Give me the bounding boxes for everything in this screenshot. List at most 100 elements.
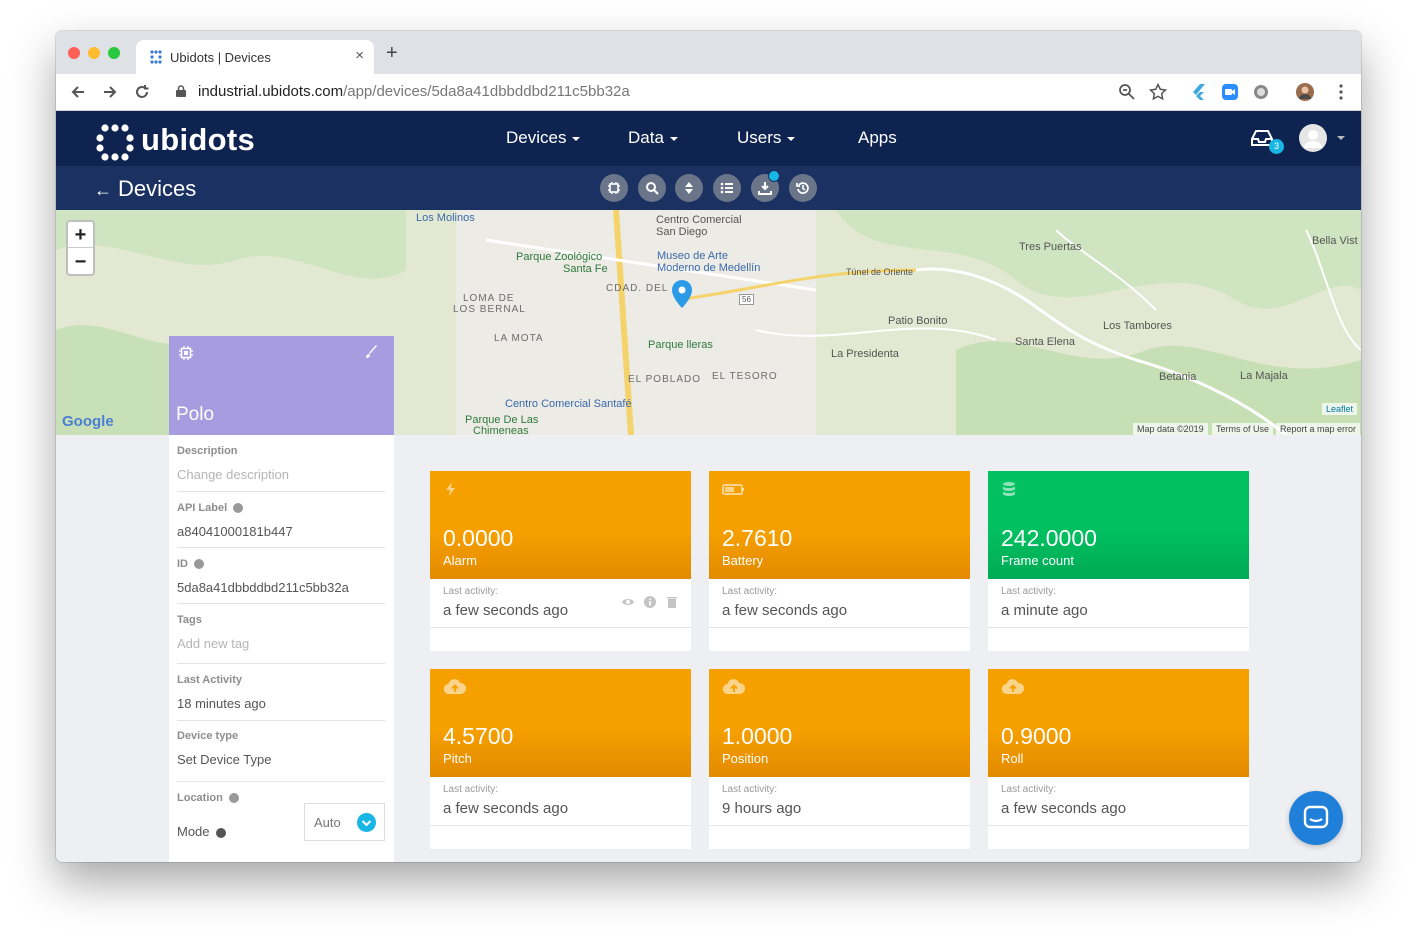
bookmark-star-icon[interactable] <box>1149 83 1167 101</box>
variable-card-header: 0.9000 Roll <box>988 669 1249 777</box>
more-menu-icon[interactable] <box>1332 83 1350 101</box>
card-divider <box>709 627 970 628</box>
chevron-down-icon <box>357 813 376 832</box>
list-view-button[interactable] <box>713 174 741 202</box>
nav-data-label: Data <box>628 128 664 147</box>
map-label: Patio Bonito <box>888 315 948 327</box>
description-input[interactable]: Change description <box>177 467 385 482</box>
device-chip-button[interactable] <box>600 174 628 202</box>
zoom-out-button[interactable]: − <box>68 249 93 275</box>
info-icon[interactable] <box>215 827 226 838</box>
user-menu-caret-icon[interactable] <box>1337 136 1345 140</box>
last-activity-time: 9 hours ago <box>722 800 802 817</box>
mode-select[interactable]: Auto <box>304 803 385 841</box>
extension-zoom-icon[interactable] <box>1221 83 1239 101</box>
map-label: CDAD. DEL <box>606 283 669 294</box>
lock-icon <box>176 85 186 97</box>
cloud-upload-icon <box>443 679 467 695</box>
variable-card[interactable]: 0.0000 Alarm Last activity: a few second… <box>430 471 691 651</box>
map-label: Tres Puertas <box>1019 241 1082 253</box>
map-label: Parque Zoológico <box>516 251 603 263</box>
variable-name: Pitch <box>443 751 472 766</box>
search-icon <box>646 182 659 195</box>
tags-field: Tags Add new tag <box>177 614 385 664</box>
ubidots-logo-icon <box>96 124 134 161</box>
maximize-window-button[interactable] <box>108 47 120 59</box>
extension-flutter-icon[interactable] <box>1190 83 1208 101</box>
nav-users-label: Users <box>737 128 782 147</box>
last-activity-time: a few seconds ago <box>1001 800 1127 817</box>
extension-circle-icon[interactable] <box>1252 83 1270 101</box>
download-button[interactable] <box>751 170 780 202</box>
info-icon[interactable] <box>233 503 244 514</box>
last-activity-label: Last activity: <box>722 784 778 795</box>
variable-card[interactable]: 1.0000 Position Last activity: 9 hours a… <box>709 669 970 849</box>
user-avatar-icon[interactable] <box>1299 124 1327 152</box>
variable-card[interactable]: 242.0000 Frame count Last activity: a mi… <box>988 471 1249 651</box>
url-text: industrial.ubidots.com/app/devices/5da8a… <box>198 83 630 100</box>
nav-apps[interactable]: Apps <box>858 128 897 148</box>
sort-button[interactable] <box>675 174 703 202</box>
map-label: LOS BERNAL <box>453 304 526 315</box>
tab-close-icon[interactable]: × <box>355 47 364 64</box>
reload-icon[interactable] <box>134 84 150 100</box>
download-icon <box>758 182 772 195</box>
zoom-in-button[interactable]: + <box>68 222 93 248</box>
chat-icon <box>1303 805 1329 829</box>
variable-card[interactable]: 2.7610 Battery Last activity: a few seco… <box>709 471 970 651</box>
device-id-value: 5da8a41dbbddbd211c5bb32a <box>177 580 349 595</box>
variable-value: 2.7610 <box>722 525 793 551</box>
caret-down-icon <box>787 136 796 141</box>
new-tab-button[interactable]: + <box>386 43 398 63</box>
minimize-window-button[interactable] <box>88 47 100 59</box>
history-button[interactable] <box>789 174 817 202</box>
edit-brush-icon[interactable] <box>364 345 378 359</box>
forward-arrow-icon[interactable] <box>102 84 118 100</box>
back-to-devices[interactable]: ← Devices <box>94 176 196 202</box>
support-chat-button[interactable] <box>1289 791 1343 845</box>
eye-icon[interactable] <box>622 596 634 608</box>
device-name[interactable]: Polo <box>176 404 214 426</box>
back-arrow-icon[interactable] <box>70 84 86 100</box>
variable-value: 4.5700 <box>443 723 514 749</box>
search-button[interactable] <box>638 174 666 202</box>
close-window-button[interactable] <box>68 47 80 59</box>
map-marker-icon[interactable] <box>672 280 692 308</box>
report-map-error-link[interactable]: Report a map error <box>1276 423 1361 435</box>
address-bar[interactable]: industrial.ubidots.com/app/devices/5da8a… <box>168 78 1168 106</box>
profile-avatar-icon[interactable] <box>1296 83 1314 101</box>
zoom-icon[interactable] <box>1118 83 1136 101</box>
cloud-upload-icon <box>1001 679 1025 695</box>
trash-icon[interactable] <box>666 596 678 608</box>
ubidots-favicon-icon <box>150 50 162 64</box>
nav-users[interactable]: Users <box>737 128 796 148</box>
api-label-value[interactable]: a84041000181b447 <box>177 524 385 539</box>
variable-card-header: 2.7610 Battery <box>709 471 970 579</box>
info-icon[interactable] <box>644 596 656 608</box>
info-icon[interactable] <box>194 559 204 570</box>
leaflet-link[interactable]: Leaflet <box>1322 403 1358 415</box>
map-label: Santa Fe <box>563 263 608 275</box>
nav-devices[interactable]: Devices <box>506 128 581 148</box>
set-device-type-link[interactable]: Set Device Type <box>177 752 385 767</box>
variable-card[interactable]: 4.5700 Pitch Last activity: a few second… <box>430 669 691 849</box>
card-divider <box>430 627 691 628</box>
variable-card[interactable]: 0.9000 Roll Last activity: a few seconds… <box>988 669 1249 849</box>
map-label: Chimeneas <box>473 425 529 435</box>
last-activity-time: a few seconds ago <box>443 602 569 619</box>
terms-link[interactable]: Terms of Use <box>1212 423 1274 435</box>
nav-data[interactable]: Data <box>628 128 678 148</box>
app-navbar: ubidots Devices Data Users Apps 3 <box>56 111 1361 166</box>
add-tag-input[interactable]: Add new tag <box>177 636 385 651</box>
field-label-text: API Label <box>177 502 228 514</box>
last-activity-value: 18 minutes ago <box>177 696 266 711</box>
ubidots-logo[interactable]: ubidots <box>96 119 266 161</box>
map-label: Parque lleras <box>648 339 713 351</box>
variable-value: 0.9000 <box>1001 723 1072 749</box>
info-icon[interactable] <box>228 793 239 804</box>
mode-label-text: Mode <box>177 824 210 839</box>
map-label: Túnel de Oriente <box>846 267 914 277</box>
browser-tab[interactable]: Ubidots | Devices × <box>136 40 374 74</box>
field-label: Last Activity <box>177 674 243 686</box>
card-divider <box>430 825 691 826</box>
